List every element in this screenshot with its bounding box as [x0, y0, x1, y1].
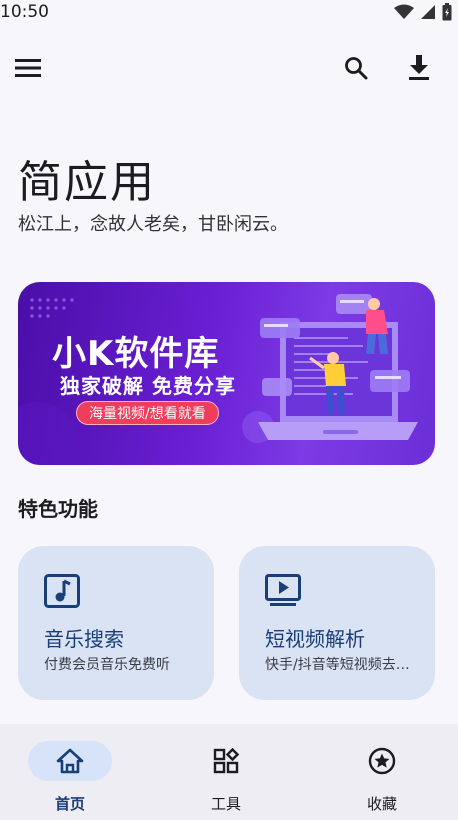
- top-app-bar: [0, 46, 458, 90]
- status-time: 10:50: [0, 2, 49, 22]
- bottom-navigation: 首页 工具 收藏: [0, 724, 458, 820]
- nav-label: 首页: [54, 795, 85, 813]
- nav-icon-container: [184, 741, 268, 781]
- card-title: 音乐搜索: [44, 627, 124, 651]
- card-description: 快手/抖音等短视频去水印: [265, 657, 415, 673]
- search-button[interactable]: [336, 48, 376, 88]
- banner-subtitle: 独家破解 免费分享: [60, 374, 236, 398]
- signal-icon: [421, 5, 435, 19]
- card-description: 付费会员音乐免费听: [44, 657, 170, 673]
- nav-active-indicator: [28, 741, 112, 781]
- nav-item-tools[interactable]: 工具: [156, 724, 308, 820]
- banner-title: 小K软件库: [52, 334, 220, 374]
- nav-item-favorites[interactable]: 收藏: [312, 724, 458, 820]
- menu-button[interactable]: [8, 48, 48, 88]
- home-icon: [56, 748, 84, 774]
- page-title: 简应用: [18, 157, 156, 208]
- battery-icon: [442, 3, 452, 21]
- section-title-features: 特色功能: [18, 497, 98, 521]
- feature-card-video-parse[interactable]: 短视频解析 快手/抖音等短视频去水印: [239, 546, 435, 700]
- menu-icon: [15, 59, 41, 77]
- banner-tag: 海量视频/想看就看: [76, 401, 219, 425]
- nav-item-home[interactable]: 首页: [0, 724, 152, 820]
- star-icon: [368, 747, 396, 775]
- status-icons: [394, 3, 452, 21]
- promo-banner[interactable]: 小K软件库 独家破解 免费分享 海量视频/想看就看: [18, 282, 435, 465]
- nav-icon-container: [340, 741, 424, 781]
- download-icon: [409, 55, 429, 80]
- nav-label: 收藏: [366, 795, 397, 813]
- card-title: 短视频解析: [265, 627, 365, 651]
- status-bar: 10:50: [0, 0, 458, 26]
- nav-label: 工具: [210, 795, 241, 813]
- wifi-icon: [394, 4, 414, 19]
- search-icon: [345, 57, 368, 80]
- music-note-icon: [44, 574, 80, 608]
- download-button[interactable]: [399, 48, 439, 88]
- page-subtitle: 松江上，念故人老矣，甘卧闲云。: [18, 214, 288, 235]
- video-play-icon: [265, 574, 301, 606]
- tools-grid-icon: [213, 748, 239, 774]
- feature-card-music-search[interactable]: 音乐搜索 付费会员音乐免费听: [18, 546, 214, 700]
